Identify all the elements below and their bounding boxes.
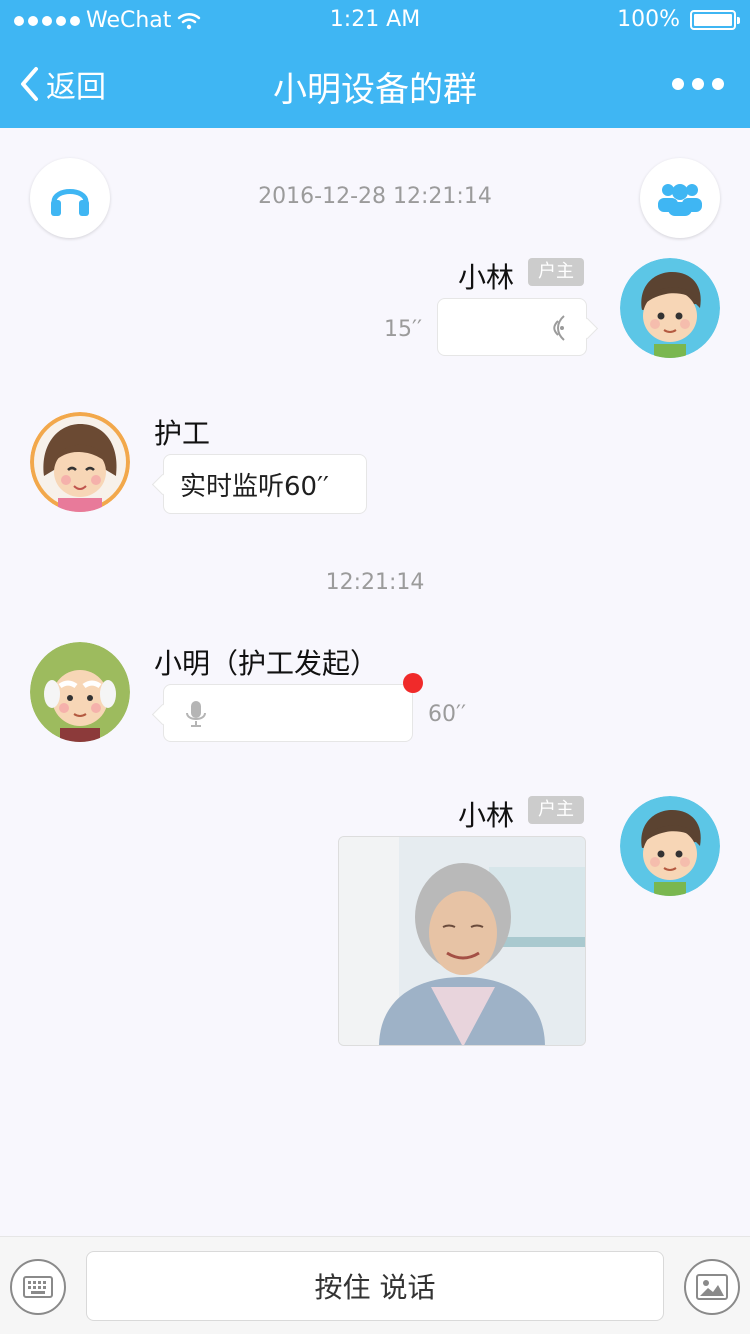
status-bar: WeChat 1:21 AM 100% [0,0,750,40]
sender-name: 护工 [154,417,211,450]
more-dot [672,78,684,90]
avatar[interactable] [30,412,130,512]
page-title: 小明设备的群 [273,70,477,110]
image-picker-button[interactable] [684,1259,740,1315]
input-bar: 按住 说话 [0,1236,750,1334]
avatar[interactable] [620,796,720,896]
boy-avatar-icon [620,796,720,896]
unread-dot [403,673,423,693]
avatar[interactable] [30,642,130,742]
image-icon [696,1274,728,1300]
role-badge: 户主 [528,796,584,824]
keyboard-icon [23,1276,53,1298]
voice-message-bubble[interactable] [163,684,413,742]
avatar[interactable] [620,258,720,358]
battery-percent: 100% [617,7,680,32]
message-text: 实时监听60′′ [180,471,329,502]
voice-message-bubble[interactable] [437,298,587,356]
role-badge: 户主 [528,258,584,286]
nav-bar: 返回 小明设备的群 [0,40,750,128]
text-message-bubble[interactable]: 实时监听60′′ [163,454,367,514]
battery-icon [690,9,740,30]
more-button[interactable] [672,78,724,90]
image-message[interactable] [338,836,586,1046]
keyboard-toggle-button[interactable] [10,1259,66,1315]
voice-duration: 60′′ [428,702,466,727]
sender-name: 小林 [458,261,515,294]
sender-name: 小林 [458,799,515,832]
hold-to-talk-button[interactable]: 按住 说话 [86,1251,664,1321]
caregiver-avatar-icon [30,412,130,512]
more-dot [692,78,704,90]
more-dot [712,78,724,90]
timestamp: 12:21:14 [325,570,425,595]
sender-name: 小明（护工发起） [154,647,379,680]
elder-photo-icon [339,837,585,1045]
microphone-icon [186,701,206,727]
timestamp: 2016-12-28 12:21:14 [258,184,492,209]
status-right: 100% [617,7,740,32]
boy-avatar-icon [620,258,720,358]
voice-duration: 15′′ [384,317,422,342]
elder-avatar-icon [30,642,130,742]
voice-wave-icon [553,315,565,341]
